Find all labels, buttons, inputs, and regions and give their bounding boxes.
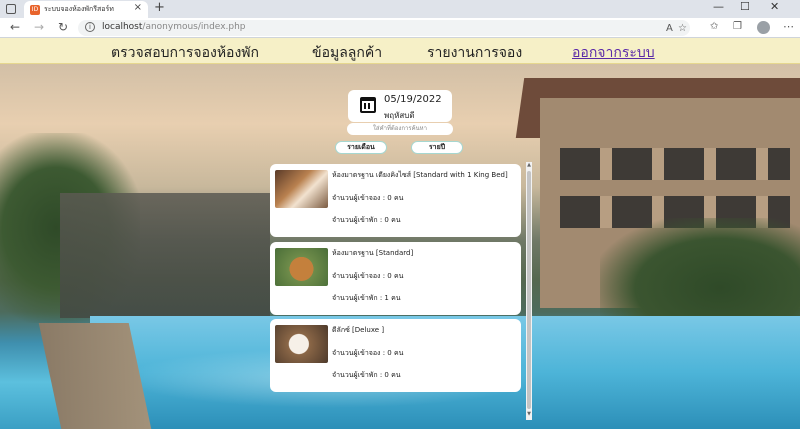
room-card[interactable]: ห้องมาตรฐาน [Standard] จำนวนผู้เข้าจอง :… bbox=[270, 242, 521, 315]
nav-booking-report[interactable]: รายงานการจอง bbox=[427, 42, 522, 64]
date-display: 05/19/2022 พฤหัสบดี bbox=[348, 90, 452, 122]
monthly-button[interactable]: รายเดือน bbox=[335, 141, 387, 154]
nav-logout[interactable]: ออกจากระบบ bbox=[572, 42, 655, 64]
url-host: localhost bbox=[102, 22, 143, 32]
background-windows bbox=[560, 148, 790, 180]
favorite-icon[interactable]: ☆ bbox=[678, 23, 687, 34]
back-icon[interactable]: ← bbox=[10, 20, 20, 34]
room-staying-count: จำนวนผู้เข้าพัก : 1 คน bbox=[332, 294, 401, 302]
room-name: ดีลักซ์ [Deluxe ] bbox=[332, 326, 385, 334]
window-close-icon[interactable]: ✕ bbox=[770, 0, 779, 13]
room-thumbnail bbox=[275, 170, 328, 208]
scrollbar-thumb[interactable] bbox=[527, 171, 531, 409]
room-booked-count: จำนวนผู้เข้าจอง : 0 คน bbox=[332, 272, 404, 280]
maximize-icon[interactable]: ☐ bbox=[740, 0, 750, 13]
scroll-up-icon[interactable]: ▲ bbox=[526, 162, 532, 170]
favorites-bar-icon[interactable]: ✩ bbox=[710, 21, 718, 32]
date-value: 05/19/2022 bbox=[384, 94, 442, 105]
background-stone-wall bbox=[60, 193, 270, 318]
tab-title: ระบบจองห้องพักรีสอร์ท bbox=[44, 5, 114, 13]
room-name: ห้องมาตรฐาน เตียงคิงไซส์ [Standard with … bbox=[332, 171, 508, 179]
tab-close-icon[interactable]: × bbox=[134, 2, 142, 13]
nav-customer-info[interactable]: ข้อมูลลูกค้า bbox=[312, 42, 382, 64]
page-background: ตรวจสอบการจองห้องพัก ข้อมูลลูกค้า รายงาน… bbox=[0, 38, 800, 429]
profile-icon[interactable] bbox=[757, 21, 770, 34]
room-thumbnail bbox=[275, 325, 328, 363]
room-staying-count: จำนวนผู้เข้าพัก : 0 คน bbox=[332, 371, 401, 379]
room-staying-count: จำนวนผู้เข้าพัก : 0 คน bbox=[332, 216, 401, 224]
room-card[interactable]: ดีลักซ์ [Deluxe ] จำนวนผู้เข้าจอง : 0 คน… bbox=[270, 319, 521, 392]
scroll-down-icon[interactable]: ▼ bbox=[526, 411, 532, 419]
room-card[interactable]: ห้องมาตรฐาน เตียงคิงไซส์ [Standard with … bbox=[270, 164, 521, 237]
browser-tab-bar: ID ระบบจองห้องพักรีสอร์ท × + — ☐ ✕ bbox=[0, 0, 800, 18]
minimize-icon[interactable]: — bbox=[713, 0, 724, 13]
tab-actions-icon[interactable] bbox=[6, 4, 16, 14]
site-favicon-icon: ID bbox=[30, 5, 40, 15]
url-path: /anonymous/index.php bbox=[142, 22, 246, 32]
search-input[interactable]: ใส่คำที่ต้องการค้นหา bbox=[347, 123, 453, 135]
room-booked-count: จำนวนผู้เข้าจอง : 0 คน bbox=[332, 194, 404, 202]
calendar-icon[interactable] bbox=[360, 97, 376, 113]
address-bar: ← → ↻ i localhost/anonymous/index.php A … bbox=[0, 18, 800, 38]
room-thumbnail bbox=[275, 248, 328, 286]
read-aloud-icon[interactable]: A bbox=[666, 23, 673, 34]
yearly-button[interactable]: รายปี bbox=[411, 141, 463, 154]
room-name: ห้องมาตรฐาน [Standard] bbox=[332, 249, 414, 257]
nav-check-booking[interactable]: ตรวจสอบการจองห้องพัก bbox=[111, 42, 259, 64]
url-input[interactable]: i localhost/anonymous/index.php A ☆ bbox=[78, 20, 690, 36]
room-booked-count: จำนวนผู้เข้าจอง : 0 คน bbox=[332, 349, 404, 357]
browser-tab[interactable]: ID ระบบจองห้องพักรีสอร์ท × bbox=[24, 1, 148, 18]
forward-icon[interactable]: → bbox=[34, 20, 44, 34]
room-list: ห้องมาตรฐาน เตียงคิงไซส์ [Standard with … bbox=[268, 162, 532, 420]
info-icon[interactable]: i bbox=[85, 22, 95, 32]
collections-icon[interactable]: ❐ bbox=[733, 21, 742, 32]
top-navbar: ตรวจสอบการจองห้องพัก ข้อมูลลูกค้า รายงาน… bbox=[0, 38, 800, 64]
reload-icon[interactable]: ↻ bbox=[58, 20, 68, 34]
new-tab-icon[interactable]: + bbox=[154, 0, 165, 15]
url-text: localhost/anonymous/index.php bbox=[102, 22, 246, 32]
room-list-scrollbar[interactable]: ▲ ▼ bbox=[526, 162, 532, 420]
day-name: พฤหัสบดี bbox=[384, 111, 415, 120]
menu-icon[interactable]: ⋯ bbox=[783, 20, 794, 33]
